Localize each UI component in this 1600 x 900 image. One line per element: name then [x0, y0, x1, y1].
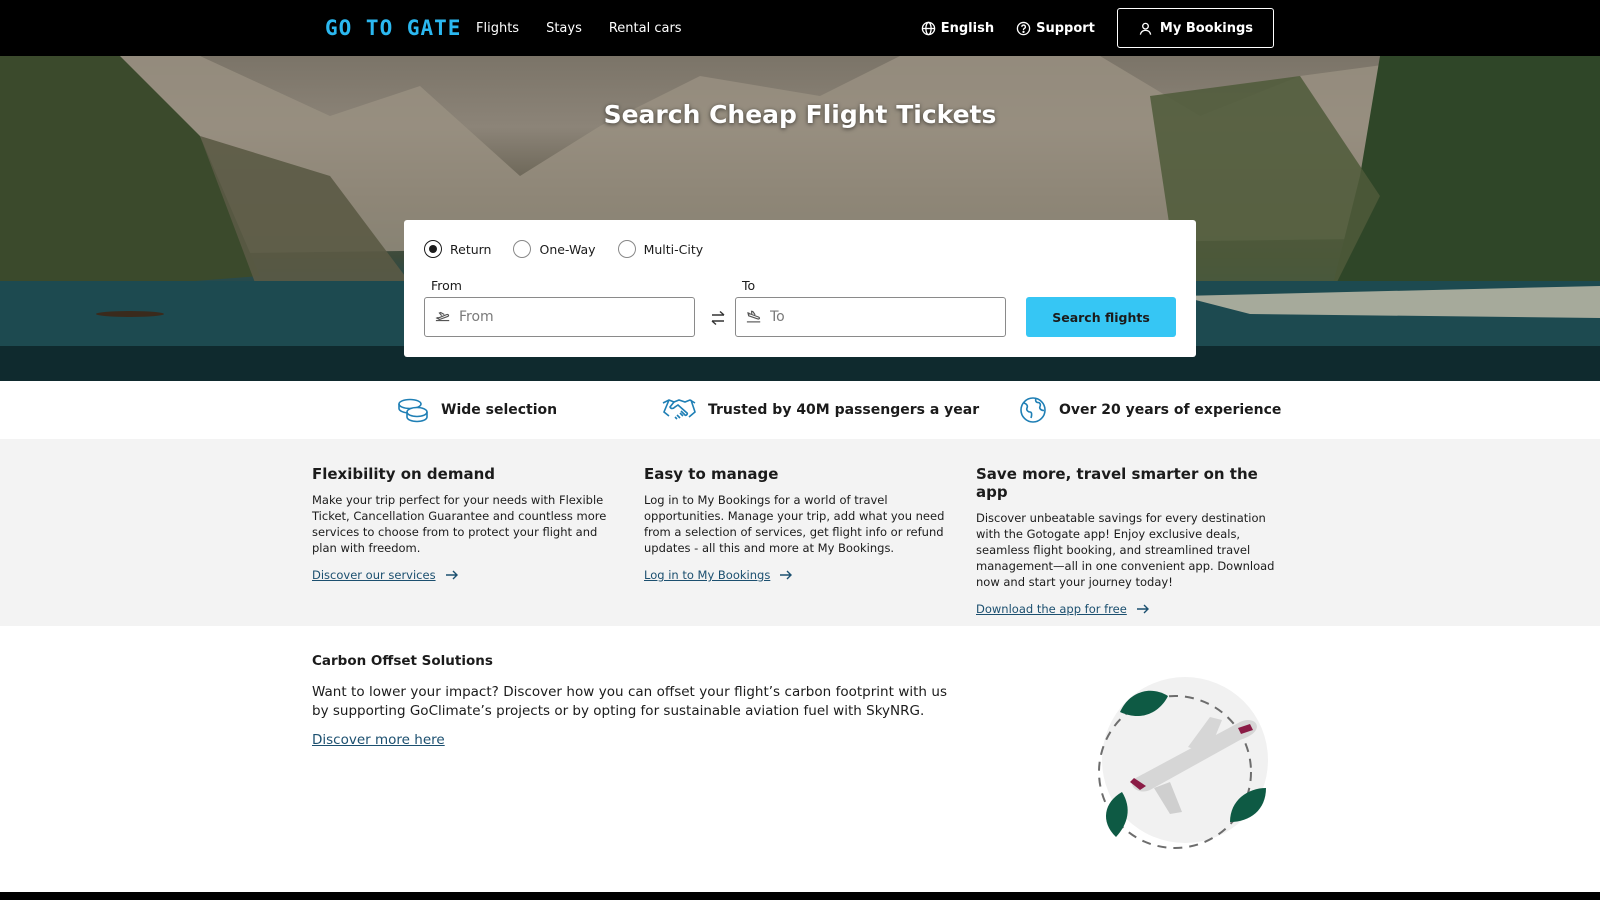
hero-banner: Search Cheap Flight Tickets Return One-W… — [0, 56, 1600, 381]
nav-stays[interactable]: Stays — [546, 21, 582, 36]
arrow-right-icon — [780, 570, 793, 580]
trip-type-one-way-label: One-Way — [539, 241, 596, 257]
usp-wide-selection: Wide selection — [397, 381, 557, 439]
carbon-plane-leaves-illustration — [1098, 677, 1268, 849]
help-circle-icon — [1016, 21, 1031, 35]
plane-landing-icon — [746, 310, 761, 323]
nav-flights[interactable]: Flights — [476, 21, 519, 36]
to-input[interactable] — [770, 309, 970, 325]
usp-experience-label: Over 20 years of experience — [1059, 402, 1282, 418]
radio-unselected-icon[interactable] — [513, 240, 532, 258]
swap-button[interactable] — [707, 307, 729, 329]
main-nav: Flights Stays Rental cars — [476, 0, 709, 56]
from-label: From — [431, 278, 462, 293]
trip-type-one-way[interactable]: One-Way — [513, 240, 596, 258]
handshake-icon — [662, 399, 696, 420]
carbon-text: Want to lower your impact? Discover how … — [312, 684, 947, 719]
trip-type-return-label: Return — [450, 241, 492, 257]
flight-search-form: Return One-Way Multi-City From To Search… — [404, 220, 1196, 357]
link-label: Download the app for free — [976, 602, 1127, 616]
feature-flexibility: Flexibility on demand Make your trip per… — [312, 465, 622, 583]
feature-text: Log in to My Bookings for a world of tra… — [644, 493, 945, 555]
trip-type-return[interactable]: Return — [424, 240, 491, 258]
arrow-right-icon — [445, 570, 458, 580]
header-actions: English Support My Bookings — [921, 8, 1274, 48]
trip-type-selector: Return One-Way Multi-City — [424, 240, 725, 258]
my-bookings-label: My Bookings — [1159, 20, 1253, 36]
globe-icon — [921, 21, 935, 35]
usp-trusted: Trusted by 40M passengers a year — [662, 381, 979, 439]
link-label: Log in to My Bookings — [644, 568, 771, 582]
feature-title: Easy to manage — [644, 465, 779, 483]
discover-services-link[interactable]: Discover our services — [312, 568, 459, 582]
language-label: English — [940, 20, 995, 36]
user-icon — [1139, 22, 1152, 35]
arrow-right-icon — [1136, 604, 1149, 614]
to-label: To — [742, 278, 756, 293]
usp-trusted-label: Trusted by 40M passengers a year — [708, 402, 980, 418]
features-section: Flexibility on demand Make your trip per… — [0, 439, 1600, 626]
login-my-bookings-link[interactable]: Log in to My Bookings — [644, 568, 793, 582]
swap-arrows-icon — [711, 310, 725, 326]
usp-bar: Wide selection Trusted by 40M passengers… — [0, 381, 1600, 439]
support-label: Support — [1036, 20, 1095, 36]
feature-text: Discover unbeatable savings for every de… — [976, 511, 1275, 589]
trip-type-multi-city[interactable]: Multi-City — [617, 240, 704, 258]
carbon-discover-link[interactable]: Discover more here — [312, 732, 445, 748]
hero-title: Search Cheap Flight Tickets — [603, 100, 997, 129]
logo-text[interactable]: GO TO GATE — [325, 16, 461, 40]
globe-icon — [1020, 397, 1046, 423]
footer-edge — [0, 892, 1600, 900]
feature-app: Save more, travel smarter on the app Dis… — [976, 465, 1286, 617]
to-field[interactable] — [735, 297, 1006, 337]
radio-selected-icon[interactable] — [424, 240, 442, 258]
carbon-title: Carbon Offset Solutions — [312, 653, 493, 669]
feature-easy-manage: Easy to manage Log in to My Bookings for… — [644, 465, 954, 583]
feature-title: Save more, travel smarter on the app — [976, 465, 1258, 501]
link-label: Discover our services — [312, 568, 436, 582]
plane-takeoff-icon — [435, 311, 450, 322]
download-app-link[interactable]: Download the app for free — [976, 602, 1150, 616]
radio-unselected-icon[interactable] — [617, 240, 636, 258]
search-flights-button[interactable]: Search flights — [1026, 297, 1176, 337]
feature-text: Make your trip perfect for your needs wi… — [312, 493, 607, 555]
from-field[interactable] — [424, 297, 695, 337]
usp-experience: Over 20 years of experience — [1019, 381, 1281, 439]
language-selector[interactable]: English — [921, 21, 994, 36]
coins-icon — [398, 398, 428, 423]
trip-type-multi-city-label: Multi-City — [643, 241, 704, 257]
from-input[interactable] — [459, 309, 659, 325]
gotogate-logo[interactable]: GO TO GATE — [325, 16, 461, 40]
usp-wide-selection-label: Wide selection — [441, 402, 558, 418]
nav-rental-cars[interactable]: Rental cars — [609, 21, 682, 36]
feature-title: Flexibility on demand — [312, 465, 495, 483]
my-bookings-button[interactable]: My Bookings — [1116, 8, 1274, 48]
top-header: GO TO GATE Flights Stays Rental cars Eng… — [0, 0, 1600, 56]
support-link[interactable]: Support — [1016, 21, 1095, 36]
